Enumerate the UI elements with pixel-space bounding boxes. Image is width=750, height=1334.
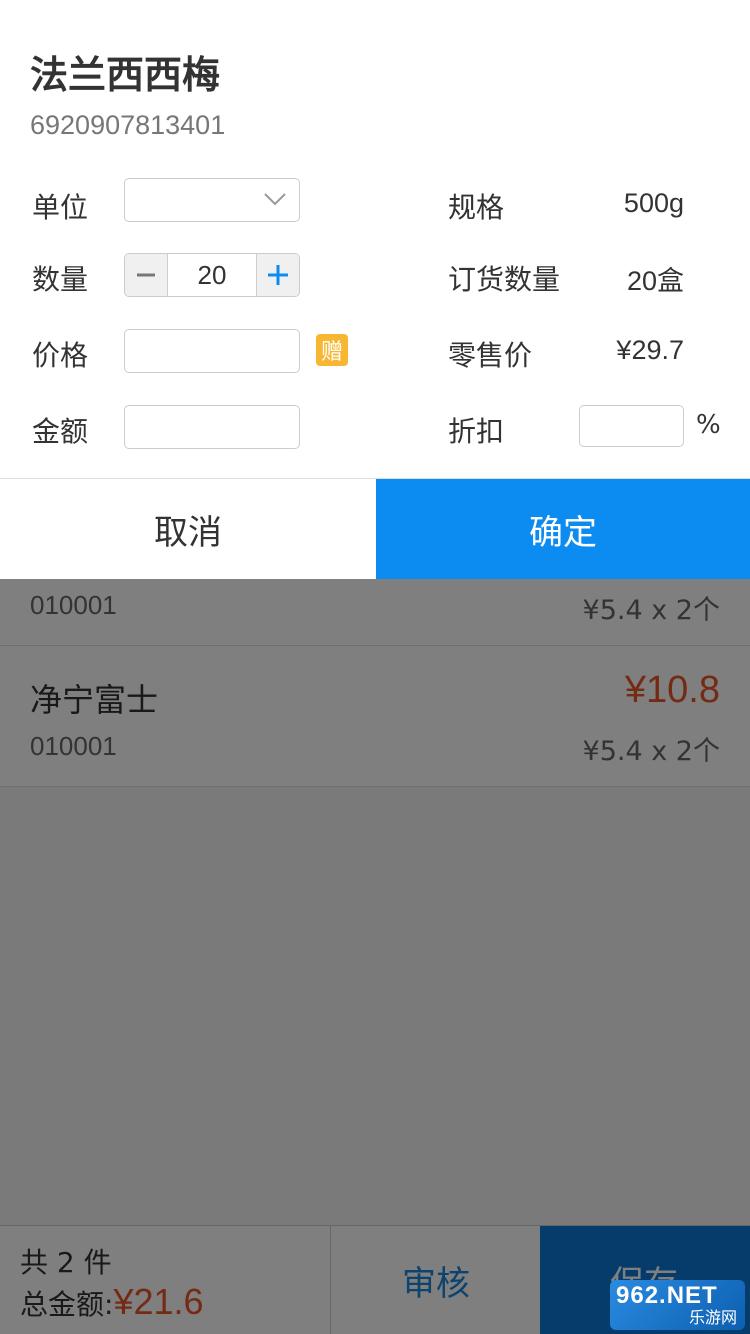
minus-icon xyxy=(137,273,155,277)
unit-select[interactable] xyxy=(124,178,300,222)
percent-sign: % xyxy=(696,410,721,440)
plus-icon xyxy=(268,265,288,285)
price-label: 价格 xyxy=(32,339,89,372)
price-input[interactable] xyxy=(124,329,300,373)
decrement-button[interactable] xyxy=(125,254,168,296)
quantity-stepper: 20 xyxy=(124,253,300,297)
amount-input[interactable] xyxy=(124,405,300,449)
watermark-subtext: 乐游网 xyxy=(688,1310,737,1327)
edit-item-modal: 法兰西西梅 6920907813401 单位 规格 500g 数量 20 订货数… xyxy=(0,0,750,579)
quantity-label: 数量 xyxy=(32,263,89,296)
order-quantity-value: 20盒 xyxy=(626,266,684,296)
watermark-logo: 962.NET 乐游网 xyxy=(610,1280,745,1330)
confirm-button[interactable]: 确定 xyxy=(376,479,750,579)
quantity-input[interactable]: 20 xyxy=(168,254,256,296)
amount-label: 金额 xyxy=(32,415,89,448)
gift-badge[interactable]: 赠 xyxy=(316,334,348,366)
discount-input[interactable] xyxy=(579,405,684,447)
product-name: 法兰西西梅 xyxy=(30,53,221,97)
product-barcode: 6920907813401 xyxy=(30,110,226,140)
cancel-button[interactable]: 取消 xyxy=(0,479,376,579)
unit-label: 单位 xyxy=(32,191,89,224)
spec-value: 500g xyxy=(623,188,684,218)
modal-actions: 取消 确定 xyxy=(0,478,750,579)
discount-label: 折扣 xyxy=(448,415,505,448)
retail-price-value: ¥29.7 xyxy=(616,335,684,365)
chevron-down-icon xyxy=(264,193,286,206)
increment-button[interactable] xyxy=(256,254,299,296)
